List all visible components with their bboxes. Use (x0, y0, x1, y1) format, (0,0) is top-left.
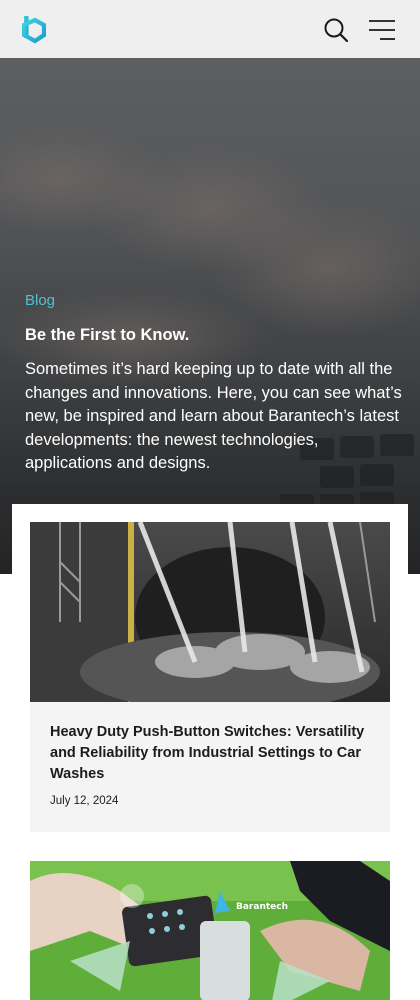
top-navigation-bar (0, 0, 420, 58)
hero-background-image (0, 123, 420, 546)
blog-hero: Blog Be the First to Know. Sometimes it’… (0, 58, 420, 574)
post-title[interactable]: Heavy Duty Push-Button Switches: Versati… (50, 722, 370, 785)
hands-holding-product-image: Barantech (30, 861, 390, 1000)
blog-post-list: Heavy Duty Push-Button Switches: Versati… (12, 504, 408, 1000)
menu-icon[interactable] (366, 17, 398, 43)
post-date: July 12, 2024 (50, 795, 119, 807)
blog-label: Blog (25, 292, 56, 309)
blog-post-card[interactable]: Heavy Duty Push-Button Switches: Versati… (30, 522, 390, 832)
brand-name-on-image: Barantech (236, 902, 288, 912)
search-icon[interactable] (322, 16, 350, 44)
hero-description: Sometimes it’s hard keeping up to date w… (25, 360, 402, 472)
blog-post-card[interactable]: Barantech (30, 861, 390, 1000)
car-wash-spray-image (30, 522, 390, 702)
barantech-logo-icon[interactable] (21, 16, 47, 44)
hero-title: Be the First to Know. (25, 326, 190, 344)
